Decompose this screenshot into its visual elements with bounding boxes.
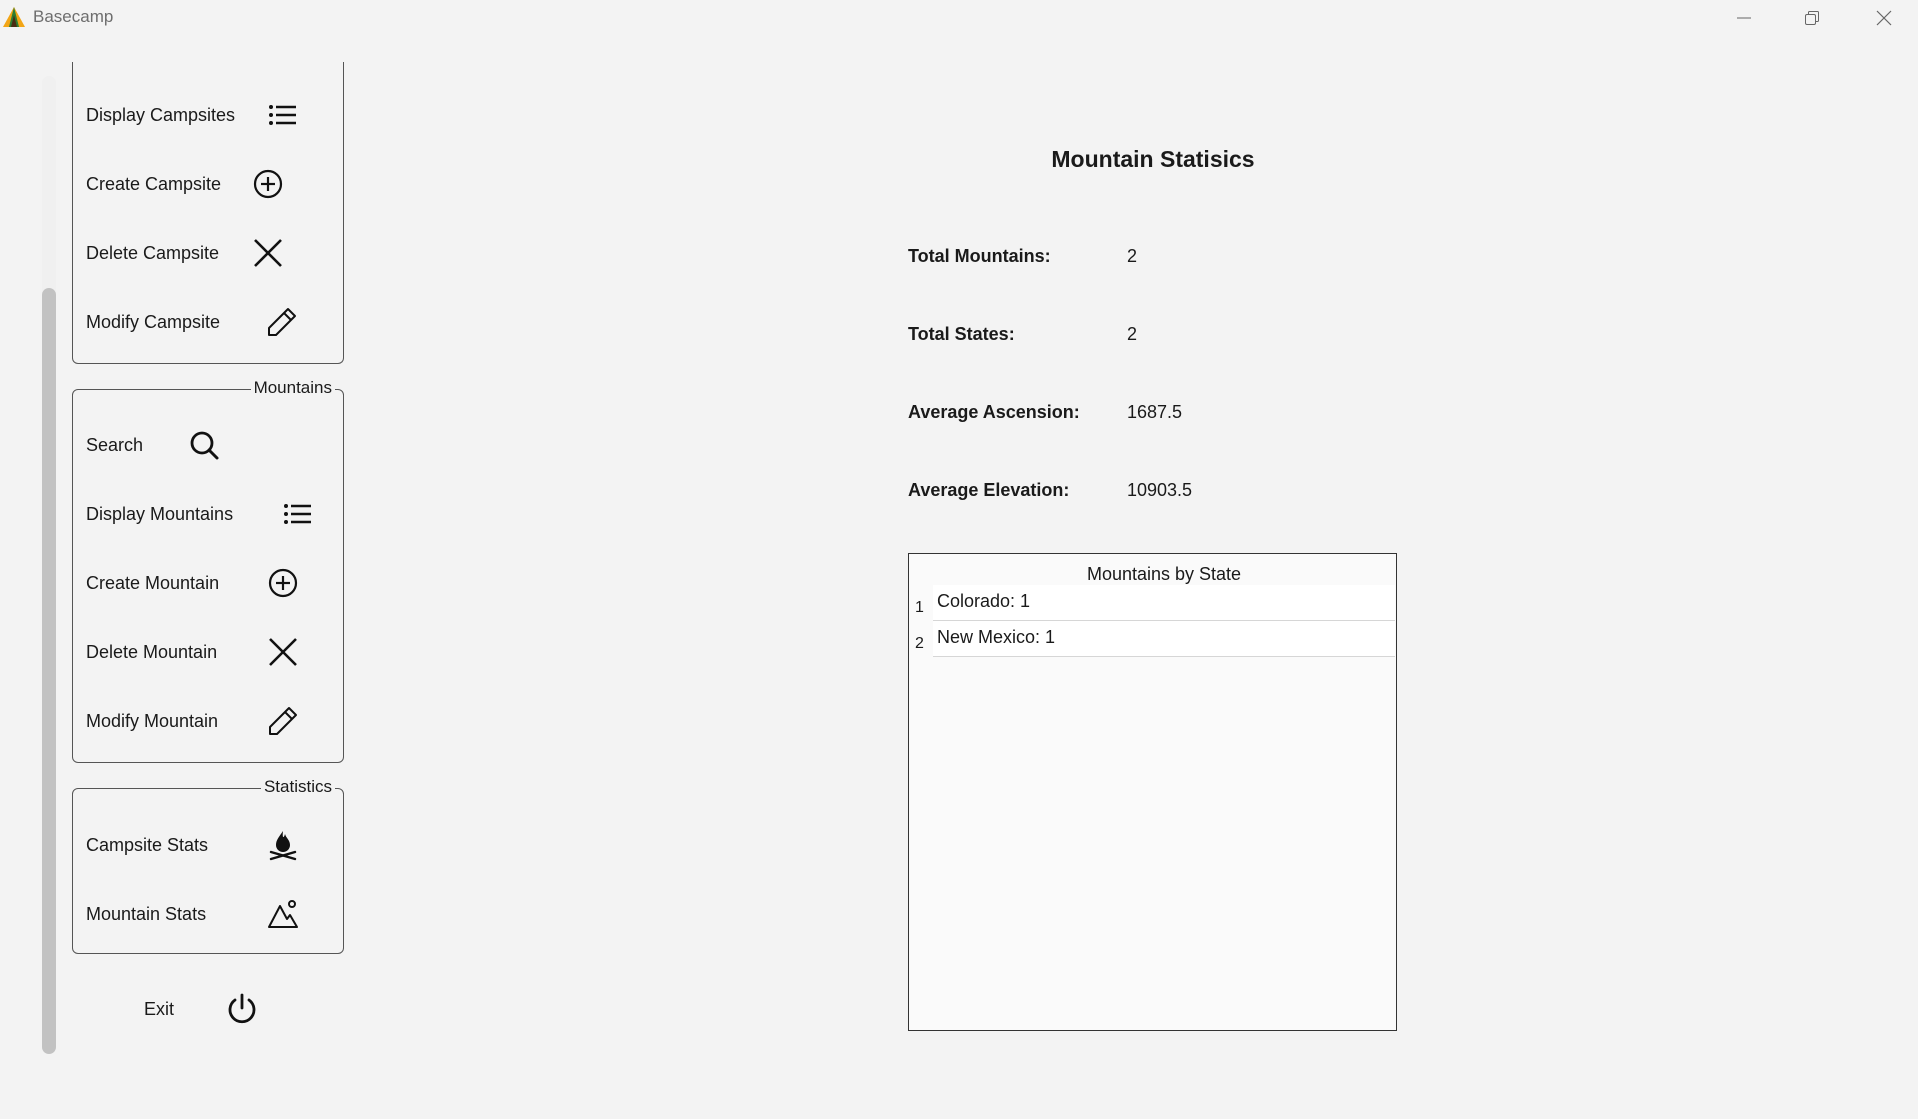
exit-label: Exit [144,998,175,1019]
campsite-stats-label: Campsite Stats [86,834,209,855]
average-ascension-value: 1687.5 [1127,402,1183,422]
campfire-icon [267,829,299,861]
restore-icon [1805,11,1819,25]
pencil-icon [266,306,298,338]
display-mountains-button[interactable]: Display Mountains [86,494,336,534]
mountains-group: Mountains Search Display Mountains Creat… [72,377,344,763]
delete-campsite-button[interactable]: Delete Campsite [86,233,336,273]
close-icon [267,636,299,668]
table-row[interactable]: 1 Colorado: 1 [909,585,1395,621]
page-title: Mountain Statisics [1051,146,1255,172]
mountains-by-state-table[interactable]: Mountains by State 1 Colorado: 1 2 New M… [908,553,1397,1031]
power-icon [225,992,259,1026]
create-mountain-label: Create Mountain [86,572,220,593]
restore-button[interactable] [1778,0,1846,36]
list-icon [266,99,298,131]
display-campsites-label: Display Campsites [86,104,236,125]
minimize-icon [1737,17,1751,19]
plus-circle-icon [252,168,284,200]
sidebar-scrollbar-thumb[interactable] [42,288,56,1054]
modify-mountain-label: Modify Mountain [86,710,219,731]
average-elevation-value: 10903.5 [1127,480,1193,500]
average-ascension-label: Average Ascension: [908,402,1080,422]
tent-icon [3,7,25,27]
search-mountains-button[interactable]: Search [86,425,336,465]
delete-campsite-label: Delete Campsite [86,242,220,263]
row-number: 2 [915,635,924,652]
create-mountain-button[interactable]: Create Mountain [86,563,336,603]
total-states-label: Total States: [908,324,1015,344]
modify-campsite-label: Modify Campsite [86,311,221,332]
statistics-group-legend: Statistics [260,776,335,798]
delete-mountain-label: Delete Mountain [86,641,218,662]
statistics-group: Statistics Campsite Stats Mountain Stats [72,776,344,954]
window-title: Basecamp [33,7,114,26]
title-bar: Basecamp [0,0,1918,36]
mountain-stats-button[interactable]: Mountain Stats [86,894,336,934]
delete-mountain-button[interactable]: Delete Mountain [86,632,336,672]
create-campsite-label: Create Campsite [86,173,222,194]
modify-campsite-button[interactable]: Modify Campsite [86,302,336,342]
mountain-stats-label: Mountain Stats [86,903,207,924]
close-window-button[interactable] [1850,0,1918,36]
list-icon [281,498,313,530]
total-mountains-value: 2 [1127,246,1138,266]
minimize-button[interactable] [1710,0,1778,36]
display-mountains-label: Display Mountains [86,503,234,524]
display-campsites-button[interactable]: Display Campsites [86,95,336,135]
table-row[interactable]: 2 New Mexico: 1 [909,621,1395,657]
total-mountains-label: Total Mountains: [908,246,1051,266]
mountain-icon [267,898,299,930]
row-number: 1 [915,599,924,616]
campsite-stats-button[interactable]: Campsite Stats [86,825,336,865]
total-states-value: 2 [1127,324,1138,344]
table-column-header: Mountains by State [1086,564,1242,584]
search-icon [188,429,220,461]
search-label: Search [86,434,144,455]
exit-button[interactable]: Exit [144,989,256,1029]
close-icon [252,237,284,269]
table-cell[interactable]: New Mexico: 1 [933,621,1395,657]
campsites-group: Display Campsites Create Campsite Delete… [72,62,344,364]
plus-circle-icon [267,567,299,599]
table-cell[interactable]: Colorado: 1 [933,585,1395,621]
mountains-group-legend: Mountains [250,377,335,399]
pencil-icon [267,705,299,737]
close-window-icon [1876,10,1892,26]
modify-mountain-button[interactable]: Modify Mountain [86,701,336,741]
create-campsite-button[interactable]: Create Campsite [86,164,336,204]
average-elevation-label: Average Elevation: [908,480,1070,500]
